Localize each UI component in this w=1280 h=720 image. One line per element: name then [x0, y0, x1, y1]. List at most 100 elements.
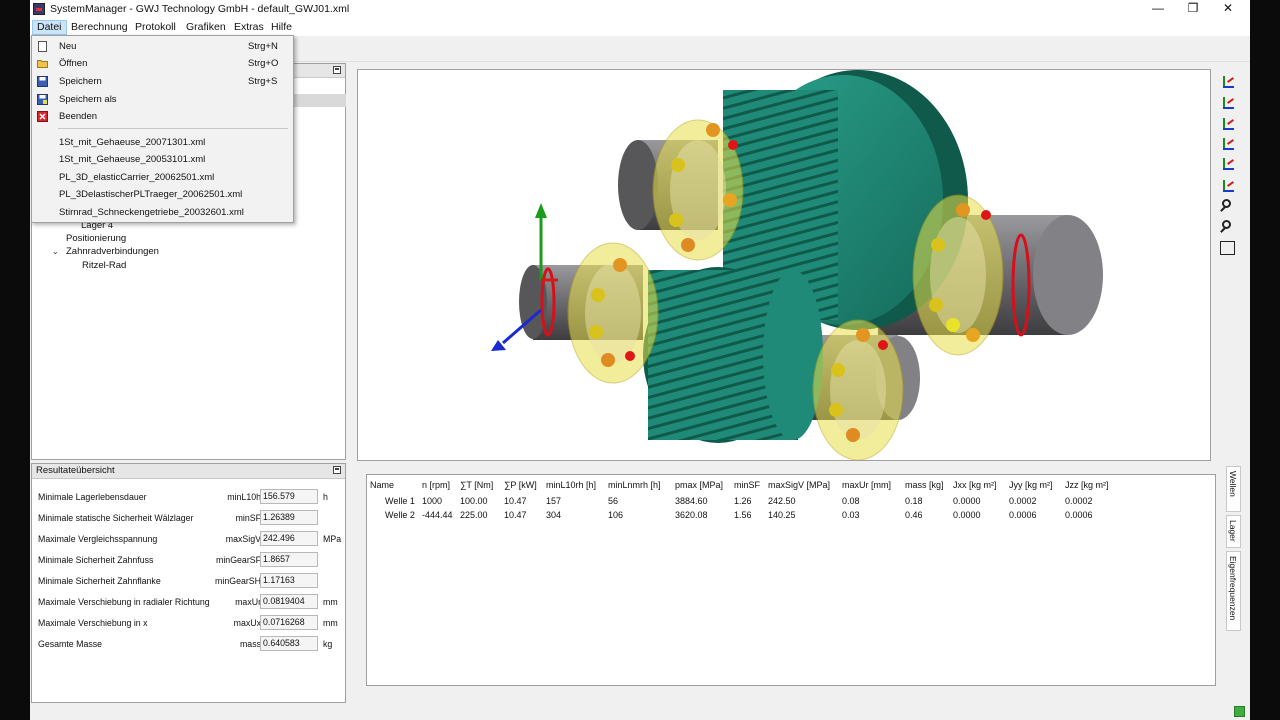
recent-file-label: 1St_mit_Gehaeuse_20071301.xml — [59, 137, 206, 148]
recent-file-item[interactable]: PL_3D_elasticCarrier_20062501.xml — [32, 169, 293, 186]
table-cell: 0.03 — [842, 510, 860, 520]
view-iso-icon[interactable] — [1220, 137, 1236, 152]
column-header[interactable]: pmax [MPa] — [675, 478, 723, 492]
result-key: maxSigV — [225, 534, 261, 544]
view-yz-icon[interactable] — [1220, 117, 1236, 132]
result-key: maxUx — [233, 618, 261, 628]
menu-item-beenden[interactable]: Beenden — [32, 108, 293, 125]
column-header[interactable]: minLnmrh [h] — [608, 478, 661, 492]
column-header[interactable]: ∑T [Nm] — [460, 478, 493, 492]
menu-grafiken[interactable]: Grafiken — [182, 20, 230, 35]
zoom-in-icon[interactable] — [1220, 199, 1236, 214]
tree-item-zahnradverbindungen[interactable]: Zahnradverbindungen — [66, 246, 159, 257]
menu-item-speichern-als[interactable]: Speichern als — [32, 91, 293, 108]
result-row: Minimale Lagerlebensdauer minL10h 156.57… — [38, 489, 343, 505]
column-header[interactable]: Jyy [kg m²] — [1009, 478, 1053, 492]
tab-label: Eigenfrequenzen — [1228, 556, 1238, 621]
result-value-field[interactable]: 1.17163 — [260, 573, 318, 588]
column-header[interactable]: minL10rh [h] — [546, 478, 596, 492]
result-value-field[interactable]: 156.579 — [260, 489, 318, 504]
result-value-field[interactable]: 242.496 — [260, 531, 318, 546]
table-cell: 0.0002 — [1065, 496, 1093, 506]
float-panel-icon[interactable] — [333, 466, 341, 474]
result-label: Maximale Verschiebung in x — [38, 618, 148, 628]
table-cell: 1000 — [422, 496, 443, 506]
menu-item-speichern[interactable]: Speichern Strg+S — [32, 73, 293, 90]
column-header[interactable]: ∑P [kW] — [504, 478, 537, 492]
column-header[interactable]: mass [kg] — [905, 478, 944, 492]
menu-item-label: Öffnen — [59, 58, 88, 69]
tab-eigenfrequenzen[interactable]: Eigenfrequenzen — [1226, 551, 1241, 631]
recent-file-item[interactable]: Stirnrad_Schneckengetriebe_20032601.xml — [32, 204, 293, 221]
column-header[interactable]: Jzz [kg m²] — [1065, 478, 1109, 492]
menu-item-oeffnen[interactable]: Öffnen Strg+O — [32, 55, 293, 72]
status-indicator — [1234, 706, 1245, 717]
table-row[interactable]: Welle 1 1000 100.00 10.47 157 56 3884.60… — [367, 494, 1215, 508]
table-cell: 10.47 — [504, 510, 527, 520]
result-unit: kg — [323, 639, 333, 649]
bearing-lower-left — [567, 242, 659, 384]
zoom-icon[interactable] — [1220, 220, 1236, 235]
result-value-field[interactable]: 0.640583 — [260, 636, 318, 651]
table-cell: 0.0000 — [953, 510, 981, 520]
menu-item-neu[interactable]: Neu Strg+N — [32, 38, 293, 55]
result-key: minGearSF — [216, 555, 261, 565]
view-xy-icon[interactable] — [1220, 75, 1236, 90]
table-cell: 157 — [546, 496, 562, 506]
column-header[interactable]: Jxx [kg m²] — [953, 478, 997, 492]
table-row[interactable]: Welle 2 -444.44 225.00 10.47 304 106 362… — [367, 508, 1215, 522]
result-value-field[interactable]: 0.0716268 — [260, 615, 318, 630]
chevron-down-icon[interactable]: ⌄ — [52, 247, 59, 256]
menu-datei[interactable]: Datei — [32, 20, 67, 35]
view-rotate-icon[interactable] — [1220, 157, 1236, 172]
recent-file-item[interactable]: 1St_mit_Gehaeuse_20053101.xml — [32, 151, 293, 168]
result-value-field[interactable]: 0.0819404 — [260, 594, 318, 609]
zoom-fit-icon[interactable] — [1220, 241, 1236, 256]
result-key: minGearSH — [215, 576, 261, 586]
close-button[interactable]: ✕ — [1210, 0, 1246, 19]
column-header[interactable]: n [rpm] — [422, 478, 450, 492]
tab-label: Wellen — [1228, 471, 1238, 497]
maximize-button[interactable]: ❐ — [1175, 0, 1211, 19]
results-overview-panel: Resultateübersicht Minimale Lagerlebensd… — [31, 463, 346, 703]
result-key: mass — [239, 639, 261, 649]
recent-file-item[interactable]: PL_3DelastischerPLTraeger_20062501.xml — [32, 186, 293, 203]
result-unit: mm — [323, 618, 338, 628]
float-panel-icon[interactable] — [333, 66, 341, 74]
result-key: minSF — [235, 513, 261, 523]
minimize-button[interactable]: — — [1140, 0, 1176, 19]
result-value-field[interactable]: 1.8657 — [260, 552, 318, 567]
column-header[interactable]: maxSigV [MPa] — [768, 478, 830, 492]
table-cell: 0.08 — [842, 496, 860, 506]
recent-file-label: 1St_mit_Gehaeuse_20053101.xml — [59, 154, 206, 165]
view-axes-icon[interactable] — [1220, 179, 1236, 194]
menu-hilfe[interactable]: Hilfe — [267, 20, 296, 35]
tree-item-ritzel-rad[interactable]: Ritzel-Rad — [82, 260, 126, 271]
column-header[interactable]: Name — [370, 478, 394, 492]
recent-file-item[interactable]: 1St_mit_Gehaeuse_20071301.xml — [32, 134, 293, 151]
bearing-lower-right — [812, 319, 904, 461]
result-row: Maximale Verschiebung in radialer Richtu… — [38, 594, 343, 610]
table-cell: 1.56 — [734, 510, 752, 520]
view-xz-icon[interactable] — [1220, 96, 1236, 111]
table-cell: 3620.08 — [675, 510, 708, 520]
table-cell: 0.0002 — [1009, 496, 1037, 506]
result-row: Minimale Sicherheit Zahnfuss minGearSF 1… — [38, 552, 343, 568]
tab-lager[interactable]: Lager — [1226, 515, 1241, 548]
column-header[interactable]: maxUr [mm] — [842, 478, 891, 492]
3d-viewport[interactable] — [357, 69, 1211, 461]
column-header[interactable]: minSF — [734, 478, 760, 492]
tab-wellen[interactable]: Wellen — [1226, 466, 1241, 512]
result-label: Minimale statische Sicherheit Wälzlager — [38, 513, 194, 523]
table-cell: 1.26 — [734, 496, 752, 506]
menu-item-shortcut: Strg+O — [248, 58, 279, 69]
table-cell: 100.00 — [460, 496, 488, 506]
menu-berechnung[interactable]: Berechnung — [67, 20, 132, 35]
result-row: Minimale Sicherheit Zahnflanke minGearSH… — [38, 573, 343, 589]
gearbox-3d-model — [491, 70, 1103, 461]
result-value-field[interactable]: 1.26389 — [260, 510, 318, 525]
shaft-results-table: Name n [rpm] ∑T [Nm] ∑P [kW] minL10rh [h… — [366, 474, 1216, 686]
tree-item-positionierung[interactable]: Positionierung — [66, 233, 126, 244]
menu-protokoll[interactable]: Protokoll — [131, 20, 180, 35]
menu-extras[interactable]: Extras — [230, 20, 268, 35]
